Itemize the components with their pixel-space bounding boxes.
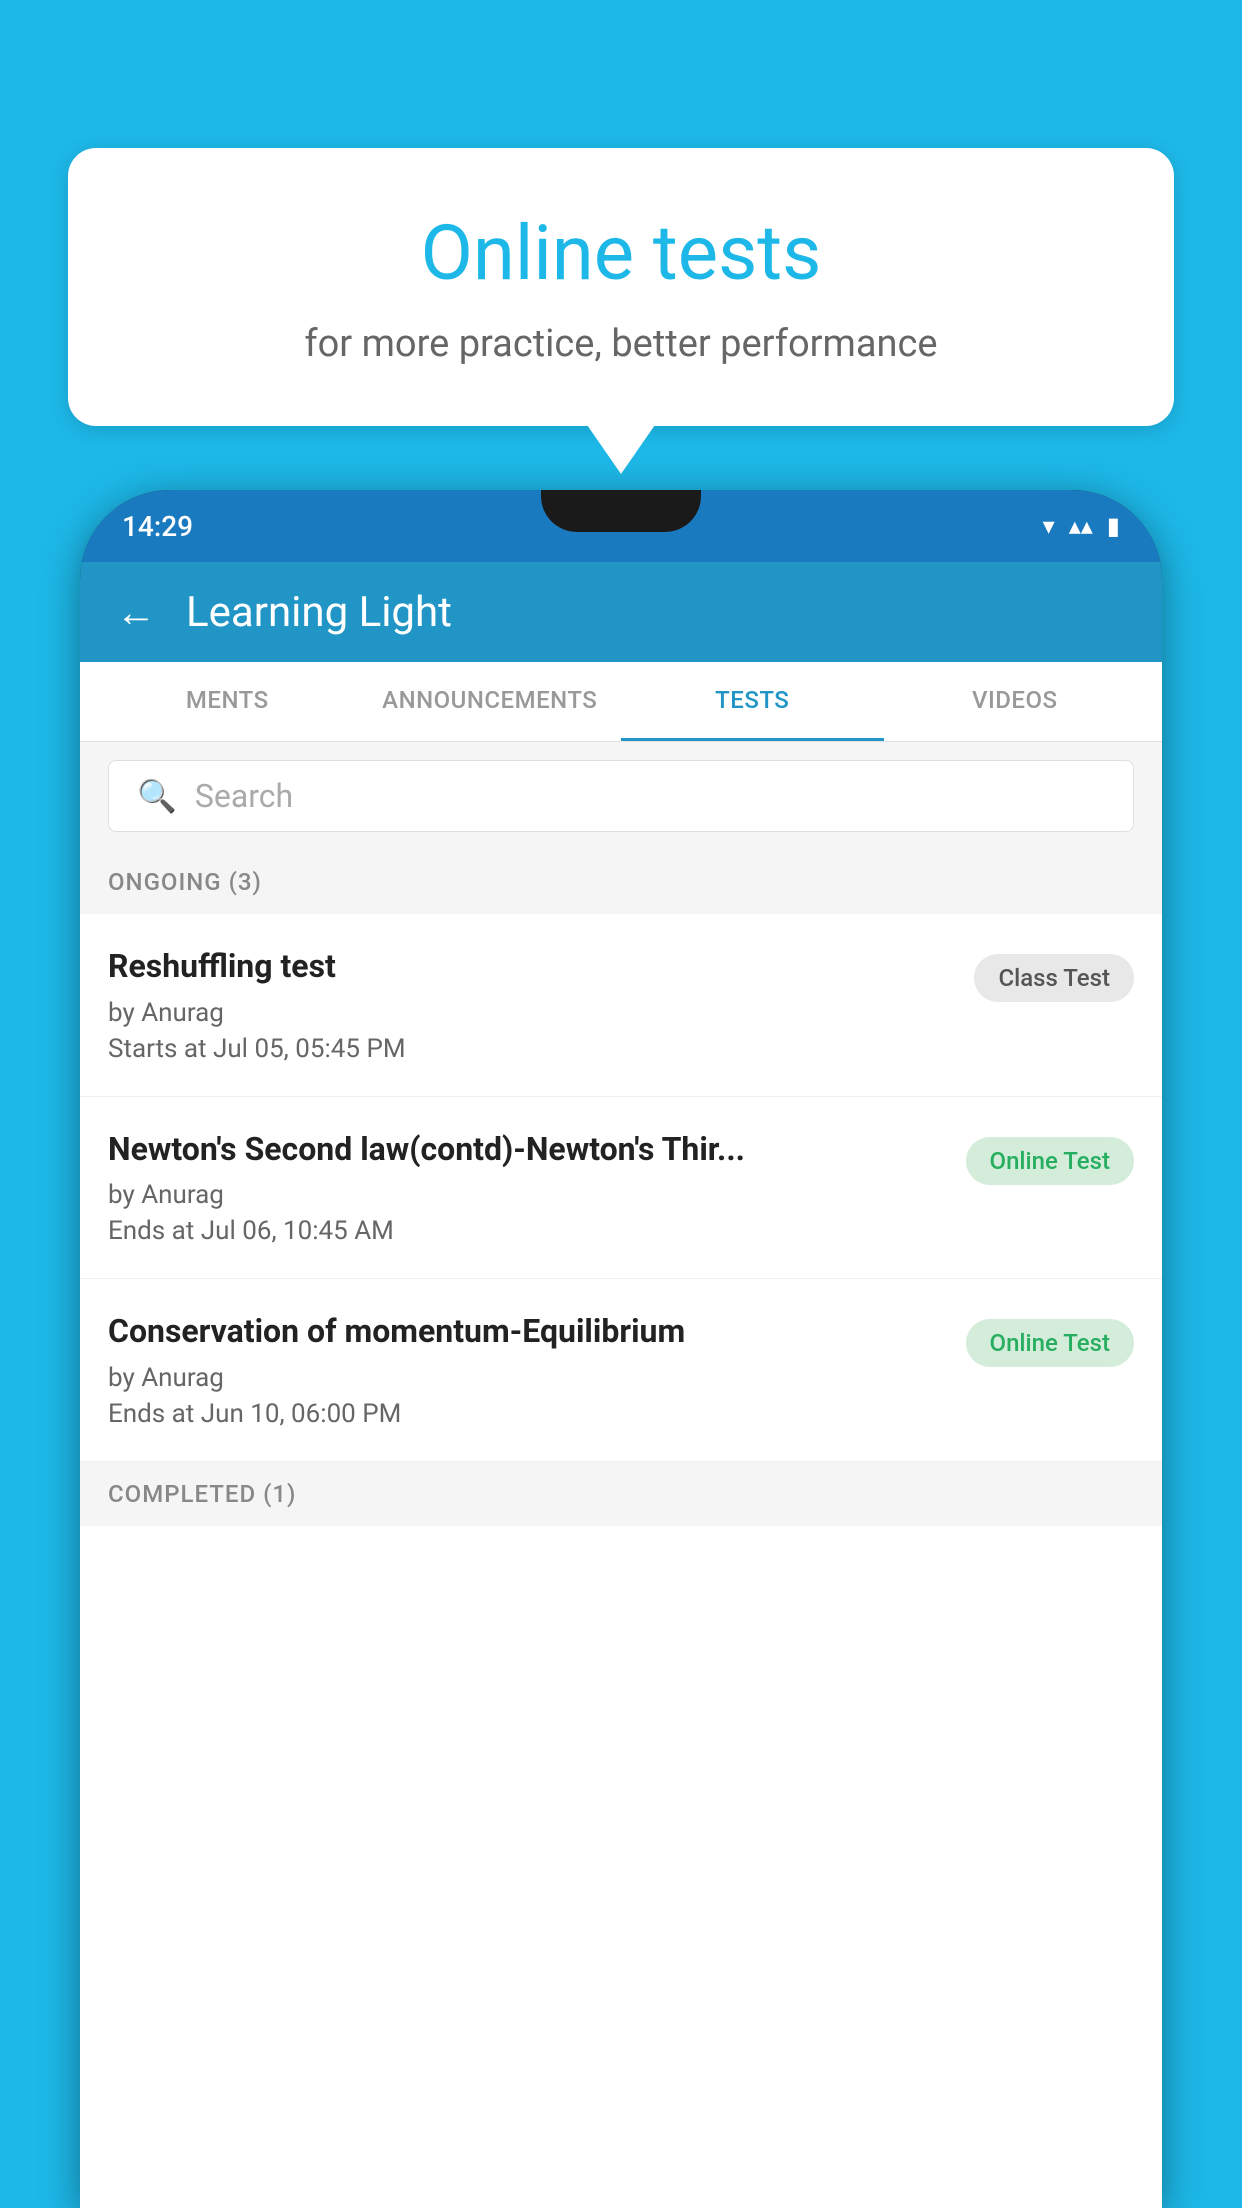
search-bar-container: 🔍 Search — [80, 742, 1162, 850]
test-date: Starts at Jul 05, 05:45 PM — [108, 1034, 954, 1064]
test-item-content: Conservation of momentum-Equilibrium by … — [108, 1311, 966, 1429]
wifi-icon: ▾ — [1043, 512, 1055, 540]
back-button[interactable]: ← — [116, 589, 156, 636]
top-bar: ← Learning Light — [80, 562, 1162, 662]
test-badge: Online Test — [966, 1319, 1134, 1367]
search-icon: 🔍 — [137, 777, 177, 815]
test-title: Newton's Second law(contd)-Newton's Thir… — [108, 1129, 946, 1171]
test-badge: Online Test — [966, 1137, 1134, 1185]
test-badge: Class Test — [974, 954, 1134, 1002]
test-by: by Anurag — [108, 1363, 946, 1393]
test-item[interactable]: Reshuffling test by Anurag Starts at Jul… — [80, 914, 1162, 1097]
battery-icon: ▮ — [1107, 512, 1120, 540]
tab-ments[interactable]: MENTS — [96, 662, 359, 741]
status-icons: ▾ ▴▴ ▮ — [1043, 512, 1120, 540]
search-placeholder-text: Search — [195, 777, 293, 815]
signal-icon: ▴▴ — [1069, 512, 1093, 540]
phone-screen: MENTS ANNOUNCEMENTS TESTS VIDEOS 🔍 Searc… — [80, 662, 1162, 2208]
bubble-subtitle: for more practice, better performance — [118, 322, 1124, 366]
tab-videos[interactable]: VIDEOS — [884, 662, 1147, 741]
ongoing-section-header: ONGOING (3) — [80, 850, 1162, 914]
test-date: Ends at Jul 06, 10:45 AM — [108, 1216, 946, 1246]
tabs-bar: MENTS ANNOUNCEMENTS TESTS VIDEOS — [80, 662, 1162, 742]
test-title: Reshuffling test — [108, 946, 954, 988]
notch — [541, 490, 701, 532]
tab-announcements[interactable]: ANNOUNCEMENTS — [359, 662, 622, 741]
test-item[interactable]: Conservation of momentum-Equilibrium by … — [80, 1279, 1162, 1462]
speech-bubble: Online tests for more practice, better p… — [68, 148, 1174, 426]
test-list: Reshuffling test by Anurag Starts at Jul… — [80, 914, 1162, 1462]
bubble-title: Online tests — [118, 208, 1124, 298]
tab-tests[interactable]: TESTS — [621, 662, 884, 741]
test-by: by Anurag — [108, 998, 954, 1028]
phone-frame: 14:29 ▾ ▴▴ ▮ ← Learning Light MENTS ANNO… — [80, 490, 1162, 2208]
completed-section-header: COMPLETED (1) — [80, 1462, 1162, 1526]
screen-title: Learning Light — [186, 588, 452, 637]
test-title: Conservation of momentum-Equilibrium — [108, 1311, 946, 1353]
test-item-content: Reshuffling test by Anurag Starts at Jul… — [108, 946, 974, 1064]
status-time: 14:29 — [122, 510, 193, 543]
search-input[interactable]: 🔍 Search — [108, 760, 1134, 832]
test-date: Ends at Jun 10, 06:00 PM — [108, 1399, 946, 1429]
test-item-content: Newton's Second law(contd)-Newton's Thir… — [108, 1129, 966, 1247]
test-by: by Anurag — [108, 1180, 946, 1210]
status-bar: 14:29 ▾ ▴▴ ▮ — [80, 490, 1162, 562]
test-item[interactable]: Newton's Second law(contd)-Newton's Thir… — [80, 1097, 1162, 1280]
